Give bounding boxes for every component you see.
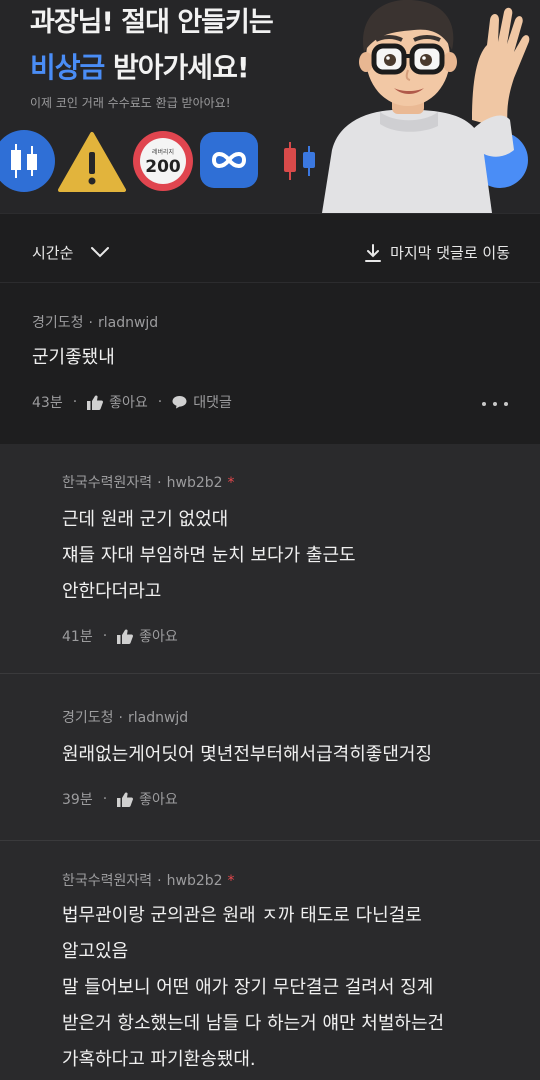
banner-subtitle: 이제 코인 거래 수수료도 환급 받아아요! <box>30 96 231 110</box>
like-button[interactable]: 좋아요 <box>117 626 178 646</box>
reply-line: 알고있음 <box>62 941 129 962</box>
jump-to-last-comment-button[interactable]: 마지막 댓글로 이동 <box>365 242 510 263</box>
candlestick-icon <box>0 130 55 192</box>
reply-text: 근데 원래 군기 없었대 쟤들 자대 부임하면 눈치 보다가 출근도 안한다더라… <box>62 502 356 610</box>
speech-bubble-icon <box>172 396 187 409</box>
memoji-avatar <box>322 0 530 213</box>
thumbs-up-icon <box>117 792 134 807</box>
reply-time: 39분 <box>62 792 93 808</box>
comment-sort-bar: 시간순 마지막 댓글로 이동 <box>0 213 540 283</box>
like-label: 좋아요 <box>139 629 178 645</box>
reply-time: 41분 <box>62 629 93 645</box>
banner-headline-rest: 받아가세요! <box>104 51 250 84</box>
ad-banner[interactable]: 과장님! 절대 안들키는 비상금 받아가세요! 이제 코인 거래 수수료도 환급… <box>0 0 540 213</box>
author-nickname: hwb2b2 <box>166 475 223 491</box>
reply-button[interactable]: 대댓글 <box>172 392 232 412</box>
reply-line: 안한다더라고 <box>62 581 162 602</box>
reply-line: 받은거 항소했는데 남들 다 하는거 얘만 처벌하는건 <box>62 1013 445 1034</box>
jump-label: 마지막 댓글로 이동 <box>390 244 510 262</box>
comment-actions: 43분 · 좋아요 · 대댓글 <box>32 392 232 412</box>
reply-author[interactable]: 한국수력원자력 · hwb2b2 * <box>62 472 235 492</box>
banner-headline: 비상금 받아가세요! <box>30 46 250 86</box>
author-group: 경기도청 <box>62 710 114 726</box>
warning-icon <box>58 132 126 192</box>
reply-text: 원래없는게어딧어 몇년전부터해서급격히좋댄거징 <box>62 737 432 773</box>
reply-actions: 39분 · 좋아요 <box>62 789 178 809</box>
download-arrow-icon <box>365 244 382 262</box>
reply-line: 근데 원래 군기 없었대 <box>62 509 229 530</box>
reply-line: 가혹하다고 파기환송됐대. <box>62 1049 256 1070</box>
banner-title: 과장님! 절대 안들키는 <box>30 7 274 38</box>
banner-highlight: 비상금 <box>30 51 105 84</box>
reply-item: 한국수력원자력 · hwb2b2 * 근데 원래 군기 없었대 쟤들 자대 부임하면 … <box>0 444 540 674</box>
author-group: 한국수력원자력 <box>62 475 153 491</box>
reply-label: 대댓글 <box>193 395 232 411</box>
reply-author[interactable]: 한국수력원자력 · hwb2b2 * <box>62 870 235 890</box>
reply-item: 한국수력원자력 · hwb2b2 * 법무관이랑 군의관은 원래 ㅈ까 태도로 다닌걸… <box>0 842 540 1080</box>
comment-text: 군기좋됐내 <box>32 347 115 368</box>
sort-dropdown[interactable]: 시간순 <box>32 242 109 263</box>
like-button[interactable]: 좋아요 <box>117 789 178 809</box>
more-options-icon[interactable] <box>482 400 508 408</box>
author-nickname: hwb2b2 <box>166 873 223 889</box>
thumbs-up-icon <box>87 395 104 410</box>
reply-list: 한국수력원자력 · hwb2b2 * 근데 원래 군기 없었대 쟤들 자대 부임하면 … <box>0 444 540 1080</box>
leverage-200-icon: 레버리지 200 <box>133 131 193 191</box>
author-group: 한국수력원자력 <box>62 873 153 889</box>
comment-item: 경기도청 · rladnwjd 군기좋됐내 43분 · 좋아요 · 대댓글 <box>0 284 540 444</box>
badge-caption: 레버리지 <box>152 148 174 156</box>
author-nickname: rladnwjd <box>97 315 159 331</box>
comment-author[interactable]: 경기도청 · rladnwjd <box>32 312 158 332</box>
reply-line: 말 들어보니 어떤 애가 장기 무단결근 걸려서 징계 <box>62 977 434 998</box>
writer-mark: * <box>227 873 235 889</box>
thumbs-up-icon <box>117 629 134 644</box>
candlestick-icon <box>284 142 315 180</box>
reply-text: 법무관이랑 군의관은 원래 ㅈ까 태도로 다닌걸로 알고있음 말 들어보니 어떤… <box>62 898 444 1078</box>
author-group: 경기도청 <box>32 315 84 331</box>
author-nickname: rladnwjd <box>127 710 189 726</box>
like-label: 좋아요 <box>109 395 148 411</box>
writer-mark: * <box>227 475 235 491</box>
like-label: 좋아요 <box>139 792 178 808</box>
comment-time: 43분 <box>32 395 63 411</box>
like-button[interactable]: 좋아요 <box>87 392 148 412</box>
reply-line: 법무관이랑 군의관은 원래 ㅈ까 태도로 다닌걸로 <box>62 905 422 926</box>
sort-label: 시간순 <box>32 244 74 262</box>
reply-line: 쟤들 자대 부임하면 눈치 보다가 출근도 <box>62 545 356 566</box>
chevron-down-icon <box>91 247 109 258</box>
infinity-icon <box>200 132 258 188</box>
reply-actions: 41분 · 좋아요 <box>62 626 178 646</box>
reply-author[interactable]: 경기도청 · rladnwjd <box>62 707 188 727</box>
badge-value: 200 <box>145 157 181 177</box>
reply-line: 원래없는게어딧어 몇년전부터해서급격히좋댄거징 <box>62 744 433 765</box>
reply-item: 경기도청 · rladnwjd 원래없는게어딧어 몇년전부터해서급격히좋댄거징 39… <box>0 675 540 841</box>
